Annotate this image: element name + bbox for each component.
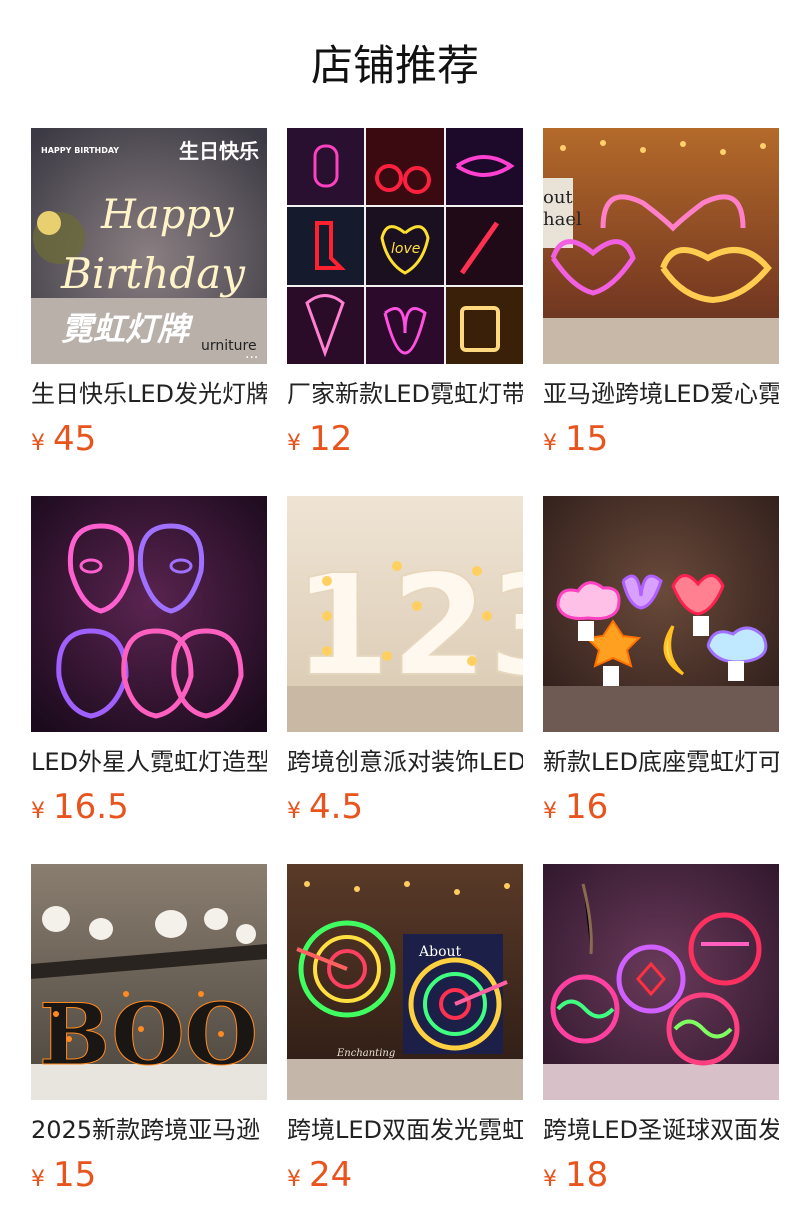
product-name[interactable]: 2025新款跨境亚马逊 — [31, 1110, 267, 1150]
image-text: hael — [543, 209, 582, 230]
product-name[interactable]: LED外星人霓虹灯造型 — [31, 742, 267, 782]
product-image[interactable] — [543, 864, 779, 1100]
product-card[interactable]: BOO 2025新款跨境亚马逊 ¥15 — [31, 864, 267, 1200]
product-image[interactable] — [543, 496, 779, 732]
product-price: ¥16.5 — [31, 787, 129, 827]
page-title: 店铺推荐 — [310, 41, 479, 90]
image-text: 生日快乐 — [179, 139, 259, 163]
image-text: BOO — [39, 985, 258, 1084]
product-price: ¥15 — [31, 1155, 97, 1195]
product-name[interactable]: 生日快乐LED发光灯牌 — [31, 374, 267, 414]
product-price: ¥45 — [31, 419, 97, 459]
product-image[interactable] — [31, 496, 267, 732]
product-name[interactable]: 厂家新款LED霓虹灯带 — [287, 374, 523, 414]
image-text: 123 — [293, 545, 523, 708]
product-name[interactable]: 跨境LED圣诞球双面发光 — [543, 1110, 779, 1150]
product-price: ¥16 — [543, 787, 609, 827]
product-name[interactable]: 新款LED底座霓虹灯可爱 — [543, 742, 779, 782]
image-text: HAPPY BIRTHDAY — [41, 146, 119, 155]
image-text: Birthday — [60, 249, 246, 298]
product-card[interactable]: About Enchanting 跨境LED双面发光霓虹 ¥24 — [287, 864, 523, 1200]
image-text: out — [543, 187, 573, 208]
image-text: Happy — [100, 192, 235, 238]
product-image[interactable]: out hael — [543, 128, 779, 364]
product-price: ¥12 — [287, 419, 353, 459]
product-card[interactable]: love 厂家新款LED霓虹灯带 ¥12 — [287, 128, 523, 464]
product-card[interactable]: 跨境LED圣诞球双面发光 ¥18 — [543, 864, 779, 1200]
product-price: ¥24 — [287, 1155, 353, 1195]
product-card[interactable]: 123 跨境创意派对装饰LED ¥4.5 — [287, 496, 523, 832]
product-price: ¥15 — [543, 419, 609, 459]
image-text: love — [391, 241, 420, 257]
product-card[interactable]: LED外星人霓虹灯造型 ¥16.5 — [31, 496, 267, 832]
product-price: ¥18 — [543, 1155, 609, 1195]
product-card[interactable]: HAPPY BIRTHDAY 生日快乐 Happy Birthday 霓虹灯牌 … — [31, 128, 267, 464]
product-image[interactable]: love — [287, 128, 523, 364]
image-text: ... — [245, 346, 258, 362]
product-price: ¥4.5 — [287, 787, 364, 827]
image-text: Enchanting — [336, 1048, 395, 1059]
product-card[interactable]: out hael 亚马逊跨境LED爱心霓虹 ¥15 — [543, 128, 779, 464]
product-image[interactable]: HAPPY BIRTHDAY 生日快乐 Happy Birthday 霓虹灯牌 … — [31, 128, 267, 364]
image-text: 霓虹灯牌 — [61, 310, 194, 348]
product-name[interactable]: 亚马逊跨境LED爱心霓虹 — [543, 374, 779, 414]
product-image[interactable]: BOO — [31, 864, 267, 1100]
product-image[interactable]: 123 — [287, 496, 523, 732]
product-name[interactable]: 跨境LED双面发光霓虹 — [287, 1110, 523, 1150]
product-name[interactable]: 跨境创意派对装饰LED — [287, 742, 523, 782]
product-image[interactable]: About Enchanting — [287, 864, 523, 1100]
product-card[interactable]: 新款LED底座霓虹灯可爱 ¥16 — [543, 496, 779, 832]
